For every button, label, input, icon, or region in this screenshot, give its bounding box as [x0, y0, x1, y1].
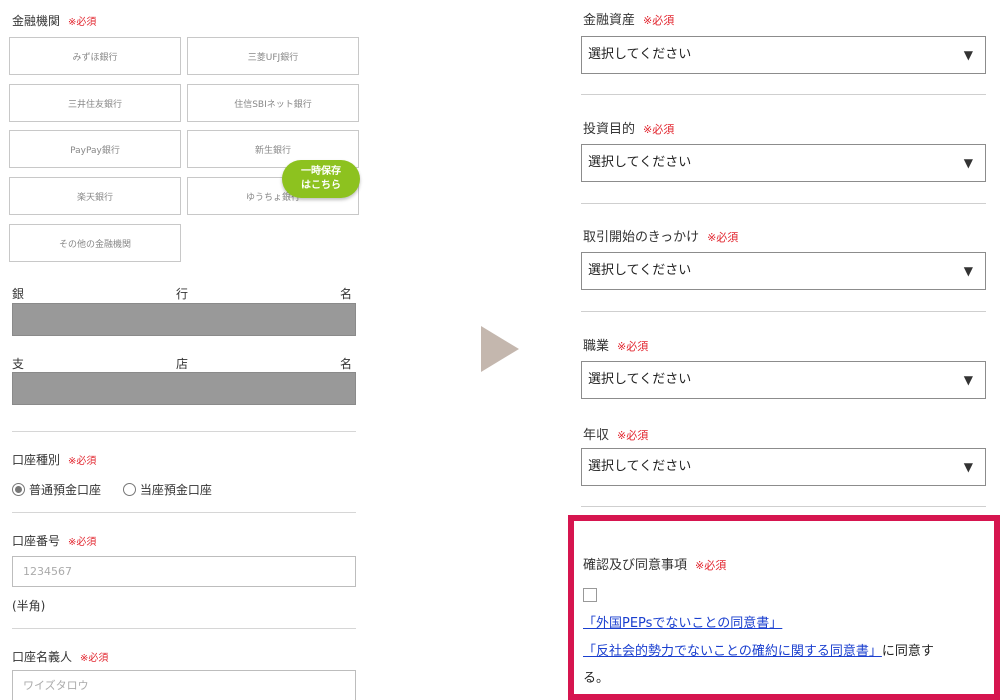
temp-save-badge[interactable]: 一時保存 はこちら: [282, 160, 360, 198]
bank-button-mufg[interactable]: 三菱UFJ銀行: [187, 37, 359, 75]
account-holder-text: 口座名義人: [12, 650, 73, 664]
required-mark: ※必須: [68, 537, 97, 548]
investment-purpose-label: 投資目的 ※必須: [583, 118, 674, 137]
dropdown-arrow-icon: ▼: [963, 156, 973, 170]
half-width-note: (半角): [12, 599, 46, 613]
required-mark: ※必須: [68, 17, 97, 28]
radio-current-label: 当座預金口座: [139, 483, 212, 497]
financial-assets-text: 金融資産: [583, 13, 636, 28]
dropdown-arrow-icon: ▼: [963, 460, 973, 474]
divider: [12, 512, 356, 513]
occupation-text: 職業: [583, 339, 610, 354]
bank-button-smbc[interactable]: 三井住友銀行: [9, 84, 181, 122]
required-mark: ※必須: [80, 653, 109, 664]
divider: [12, 628, 356, 629]
branch-name-char: 店: [175, 357, 188, 371]
branch-name-label: 支 店 名: [12, 355, 352, 372]
temp-save-line2: はこちら: [301, 180, 341, 191]
required-mark: ※必須: [707, 231, 739, 244]
bank-button-rakuten[interactable]: 楽天銀行: [9, 177, 181, 215]
agreement-text: 確認及び同意事項: [583, 558, 688, 573]
pep-agreement-link[interactable]: 「外国PEPsでないことの同意書」: [583, 616, 782, 631]
account-type-label: 口座種別 ※必須: [12, 451, 96, 468]
dropdown-arrow-icon: ▼: [963, 373, 973, 387]
branch-name-field: [12, 372, 356, 405]
bank-button-sbi[interactable]: 住信SBIネット銀行: [187, 84, 359, 122]
account-number-text: 口座番号: [12, 534, 61, 548]
branch-name-char: 支: [12, 357, 25, 371]
trigger-select[interactable]: 選択してください ▼: [581, 252, 986, 290]
radio-current[interactable]: 当座預金口座: [122, 483, 212, 497]
branch-name-char: 名: [339, 357, 352, 371]
investment-purpose-select[interactable]: 選択してください ▼: [581, 144, 986, 182]
account-type-radio-group: 普通預金口座 当座預金口座: [12, 481, 212, 498]
account-holder-input[interactable]: ワイズタロウ: [12, 670, 356, 700]
financial-assets-select[interactable]: 選択してください ▼: [581, 36, 986, 74]
bank-button-paypay[interactable]: PayPay銀行: [9, 130, 181, 168]
bank-section-label: 金融機関 ※必須: [12, 12, 96, 29]
select-value: 選択してください: [588, 372, 692, 387]
agreement-suffix: に同意す: [881, 644, 934, 659]
pep-agreement-link-row: 「外国PEPsでないことの同意書」: [583, 612, 782, 631]
required-mark: ※必須: [617, 429, 649, 442]
divider: [12, 431, 356, 432]
annual-income-text: 年収: [583, 428, 610, 443]
annual-income-select[interactable]: 選択してください ▼: [581, 448, 986, 486]
divider: [581, 506, 986, 507]
bank-button-mizuho[interactable]: みずほ銀行: [9, 37, 181, 75]
agreement-label: 確認及び同意事項 ※必須: [583, 554, 726, 573]
investment-purpose-text: 投資目的: [583, 122, 636, 137]
trigger-text: 取引開始のきっかけ: [583, 230, 700, 245]
radio-selected-icon: [12, 483, 25, 496]
occupation-label: 職業 ※必須: [583, 335, 648, 354]
required-mark: ※必須: [695, 559, 727, 572]
bank-label-text: 金融機関: [12, 14, 61, 28]
bank-name-field: [12, 303, 356, 336]
trigger-label: 取引開始のきっかけ ※必須: [583, 226, 738, 245]
antisocial-agreement-link[interactable]: 「反社会的勢力でないことの確約に関する同意書」: [583, 644, 882, 659]
bank-name-char: 行: [175, 287, 188, 301]
occupation-select[interactable]: 選択してください ▼: [581, 361, 986, 399]
divider: [581, 311, 986, 312]
select-value: 選択してください: [588, 263, 692, 278]
required-mark: ※必須: [68, 456, 97, 467]
bank-button-other[interactable]: その他の金融機関: [9, 224, 181, 262]
account-holder-label: 口座名義人 ※必須: [12, 648, 108, 665]
account-type-text: 口座種別: [12, 453, 61, 467]
required-mark: ※必須: [643, 14, 675, 27]
required-mark: ※必須: [617, 340, 649, 353]
financial-assets-label: 金融資産 ※必須: [583, 9, 674, 28]
antisocial-agreement-row: 「反社会的勢力でないことの確約に関する同意書」に同意す: [583, 640, 934, 659]
annual-income-label: 年収 ※必須: [583, 424, 648, 443]
account-number-input[interactable]: 1234567: [12, 556, 356, 587]
triangle-right-icon: [481, 326, 519, 372]
radio-ordinary[interactable]: 普通預金口座: [12, 483, 101, 497]
divider: [581, 94, 986, 95]
select-value: 選択してください: [588, 459, 692, 474]
required-mark: ※必須: [643, 123, 675, 136]
agreement-highlight-box: [568, 515, 1000, 700]
divider: [581, 203, 986, 204]
bank-name-char: 銀: [12, 287, 25, 301]
agreement-suffix-end: る。: [583, 671, 610, 686]
radio-unselected-icon: [122, 483, 136, 496]
dropdown-arrow-icon: ▼: [963, 264, 973, 278]
dropdown-arrow-icon: ▼: [963, 48, 973, 62]
temp-save-line1: 一時保存: [301, 166, 341, 177]
select-value: 選択してください: [588, 155, 692, 170]
agreement-checkbox[interactable]: [583, 588, 597, 602]
select-value: 選択してください: [588, 47, 692, 62]
radio-ordinary-label: 普通預金口座: [29, 483, 102, 497]
bank-name-label: 銀 行 名: [12, 285, 352, 302]
account-number-label: 口座番号 ※必須: [12, 532, 96, 549]
bank-name-char: 名: [339, 287, 352, 301]
